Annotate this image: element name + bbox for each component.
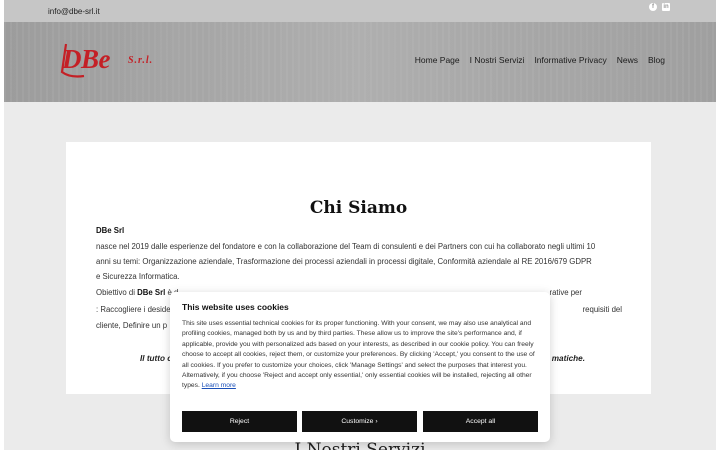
nav-item-services[interactable]: I Nostri Servizi <box>470 55 525 65</box>
logo-suffix: S.r.l. <box>128 55 154 66</box>
cookie-consent-dialog: This website uses cookies This site uses… <box>170 292 550 442</box>
nav-item-news[interactable]: News <box>617 55 638 65</box>
logo-name: DBe <box>62 44 111 74</box>
contact-email-link[interactable]: info@dbe-srl.it <box>48 7 100 16</box>
site-logo[interactable]: DBe S.r.l. <box>60 40 160 84</box>
cookie-dialog-title: This website uses cookies <box>182 302 289 312</box>
nav-item-home[interactable]: Home Page <box>415 55 460 65</box>
site-header: DBe S.r.l. Home Page I Nostri Servizi In… <box>4 22 716 102</box>
about-line-1: nasce nel 2019 dalle esperienze del fond… <box>96 242 596 251</box>
top-bar: info@dbe-srl.it f in <box>4 0 716 22</box>
company-name: DBe Srl <box>96 226 125 235</box>
main-navigation: Home Page I Nostri Servizi Informative P… <box>415 55 665 65</box>
nav-item-privacy[interactable]: Informative Privacy <box>534 55 606 65</box>
customize-button[interactable]: Customize › <box>302 411 417 432</box>
social-links: f in <box>649 3 670 11</box>
nav-item-blog[interactable]: Blog <box>648 55 665 65</box>
learn-more-link[interactable]: Learn more <box>202 382 236 389</box>
page-title: Chi Siamo <box>309 198 408 218</box>
cookie-dialog-text: This site uses essential technical cooki… <box>182 320 535 390</box>
about-line-3: e Sicurezza Informatica. <box>96 272 180 281</box>
facebook-icon[interactable]: f <box>649 3 657 11</box>
reject-button[interactable]: Reject <box>182 411 297 432</box>
about-line-2: anni su temi: Organizzazione aziendale, … <box>96 257 592 266</box>
linkedin-icon[interactable]: in <box>662 3 670 11</box>
accept-all-button[interactable]: Accept all <box>423 411 538 432</box>
